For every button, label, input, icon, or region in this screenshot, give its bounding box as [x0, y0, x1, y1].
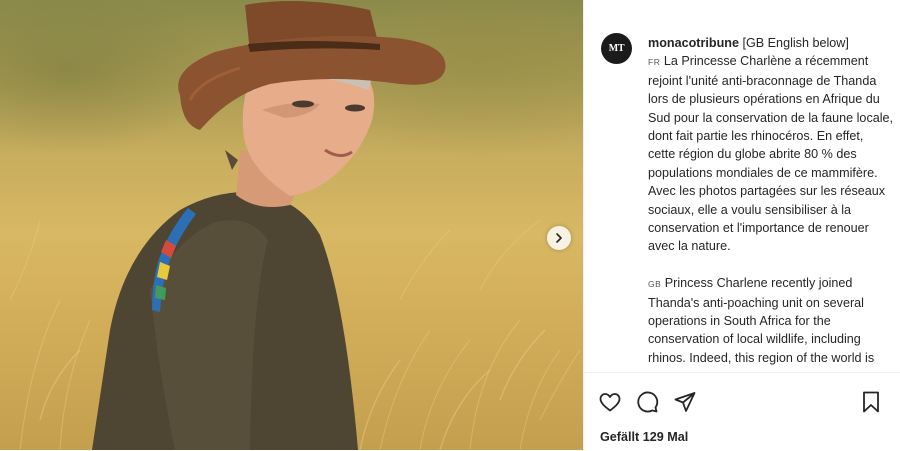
username-link[interactable]: monacotribune [648, 36, 739, 50]
next-image-button[interactable] [547, 226, 571, 250]
profile-avatar[interactable]: MT [601, 33, 632, 64]
comment-bubble-icon [637, 391, 659, 413]
heart-icon [599, 393, 621, 412]
post-actions: Gefällt 129 Mal [584, 372, 900, 451]
post-side-panel: MT monacotribune [GB English below] FR L… [583, 0, 900, 451]
save-button[interactable] [858, 389, 884, 415]
paper-plane-icon [674, 392, 696, 412]
flag-gb: GB [648, 279, 662, 290]
caption-scroll-area[interactable]: MT monacotribune [GB English below] FR L… [584, 0, 900, 372]
like-button[interactable] [597, 389, 623, 415]
post-photo[interactable] [0, 0, 583, 450]
caption-french: FR La Princesse Charlène a récemment rej… [648, 52, 894, 255]
caption-language-note: [GB English below] [738, 36, 849, 50]
bookmark-icon [863, 391, 879, 413]
instagram-post: MT monacotribune [GB English below] FR L… [0, 0, 900, 451]
person-in-hat [92, 1, 446, 450]
chevron-right-icon [556, 233, 562, 243]
flag-fr: FR [648, 57, 661, 68]
avatar-initials: MT [608, 43, 625, 54]
comment-button[interactable] [634, 389, 660, 415]
caption-english-text: Princess Charlene recently joined Thanda… [648, 276, 875, 365]
caption-french-text: La Princesse Charlène a récemment rejoin… [648, 54, 894, 254]
caption-header: monacotribune [GB English below] [648, 34, 894, 52]
post-caption: monacotribune [GB English below] FR La P… [648, 34, 894, 367]
like-count[interactable]: Gefällt 129 Mal [600, 430, 688, 444]
caption-english: GB Princess Charlene recently joined Tha… [648, 274, 894, 367]
share-button[interactable] [672, 389, 698, 415]
